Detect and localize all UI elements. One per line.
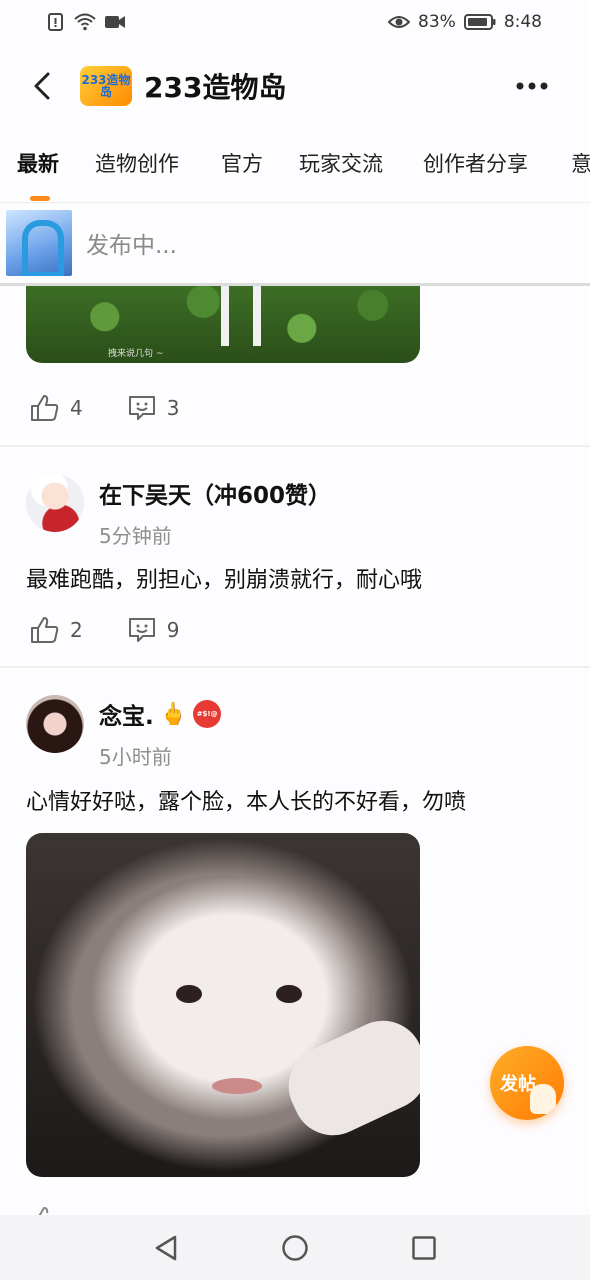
like-count: 4 bbox=[70, 396, 83, 420]
angry-face-text: #$!@ bbox=[196, 710, 218, 718]
post-meta: 念宝. 🖕 #$!@ 5小时前 bbox=[99, 695, 222, 770]
post-stats: 2 9 bbox=[30, 616, 223, 644]
photo-detail bbox=[276, 985, 302, 1003]
wifi-icon bbox=[74, 13, 96, 31]
comment-button[interactable]: 9 bbox=[127, 616, 180, 644]
app-header: 233造物岛 233造物岛 bbox=[0, 44, 590, 128]
thumbs-up-icon bbox=[31, 395, 59, 421]
tab-creation[interactable]: 造物创作 bbox=[95, 148, 179, 178]
like-count: 2 bbox=[70, 618, 83, 642]
post-author[interactable]: 在下吴天（冲600赞） bbox=[99, 476, 331, 510]
post-image-figure bbox=[221, 286, 261, 346]
tab-official[interactable]: 官方 bbox=[221, 148, 263, 178]
nav-recents-button[interactable] bbox=[407, 1231, 441, 1265]
post-photo[interactable] bbox=[26, 833, 420, 1177]
sim-alert-icon bbox=[48, 13, 63, 31]
category-tabs: 最新 造物创作 官方 玩家交流 创作者分享 意 bbox=[0, 128, 590, 203]
tab-creator-share[interactable]: 创作者分享 bbox=[423, 148, 528, 178]
eye-icon bbox=[388, 16, 411, 28]
post-time: 5分钟前 bbox=[99, 524, 172, 548]
status-icons-right: 83% 8:48 bbox=[388, 12, 542, 32]
avatar[interactable] bbox=[26, 474, 84, 532]
tab-more[interactable]: 意 bbox=[571, 148, 590, 178]
post-header: 在下吴天（冲600赞） 5分钟前 bbox=[26, 474, 331, 549]
post-header: 念宝. 🖕 #$!@ 5小时前 bbox=[26, 695, 222, 770]
post-time: 5小时前 bbox=[99, 745, 172, 769]
like-button[interactable]: 4 bbox=[30, 394, 83, 422]
author-name: 在下吴天（冲600赞） bbox=[99, 483, 332, 509]
system-nav-bar bbox=[0, 1215, 590, 1280]
author-name: 念宝. bbox=[99, 704, 154, 730]
square-recents-icon bbox=[412, 1235, 436, 1260]
mascot-icon bbox=[530, 1084, 556, 1114]
battery-percent: 83% bbox=[418, 12, 456, 32]
thumbs-up-icon bbox=[31, 617, 59, 643]
middle-finger-emoji: 🖕 bbox=[159, 701, 188, 727]
comment-icon bbox=[128, 618, 155, 642]
more-options-button[interactable] bbox=[514, 68, 550, 104]
avatar[interactable] bbox=[26, 695, 84, 753]
publishing-text: 发布中... bbox=[86, 233, 177, 259]
post-author[interactable]: 念宝. 🖕 #$!@ bbox=[99, 697, 222, 731]
status-bar: 83% 8:48 bbox=[0, 0, 590, 44]
nav-home-button[interactable] bbox=[278, 1231, 312, 1265]
publishing-thumbnail bbox=[6, 210, 72, 276]
post-image[interactable]: 拽来说几句 ~ bbox=[26, 286, 420, 363]
photo-detail bbox=[212, 1078, 262, 1094]
video-camera-icon bbox=[105, 16, 125, 28]
status-icons-left bbox=[46, 12, 126, 32]
battery-icon bbox=[463, 14, 496, 30]
circle-home-icon bbox=[282, 1234, 308, 1261]
back-arrow-icon bbox=[34, 72, 50, 100]
app-logo: 233造物岛 bbox=[80, 66, 132, 106]
create-post-button[interactable]: 发帖 bbox=[490, 1046, 564, 1120]
photo-detail bbox=[176, 985, 202, 1003]
back-button[interactable] bbox=[22, 66, 62, 106]
photo-detail bbox=[275, 1007, 420, 1149]
post-meta: 在下吴天（冲600赞） 5分钟前 bbox=[99, 474, 331, 549]
tab-player-exchange[interactable]: 玩家交流 bbox=[299, 148, 383, 178]
divider bbox=[0, 666, 590, 668]
page-title: 233造物岛 bbox=[144, 71, 287, 104]
post-stats: 4 3 bbox=[30, 394, 223, 422]
post-text[interactable]: 心情好好哒，露个脸，本人长的不好看，勿喷 bbox=[26, 784, 466, 816]
more-dots-icon bbox=[516, 82, 548, 90]
tab-indicator bbox=[30, 196, 50, 201]
post-image-caption: 拽来说几句 ~ bbox=[108, 349, 164, 359]
nav-back-button[interactable] bbox=[149, 1231, 183, 1265]
publishing-status: 发布中... bbox=[0, 203, 590, 286]
tab-latest[interactable]: 最新 bbox=[17, 148, 59, 178]
comment-icon bbox=[128, 396, 155, 420]
angry-face-emoji: #$!@ bbox=[193, 700, 222, 728]
comment-count: 3 bbox=[166, 396, 180, 420]
comment-count: 9 bbox=[166, 618, 180, 642]
post-text[interactable]: 最难跑酷，别担心，别崩溃就行，耐心哦 bbox=[26, 562, 422, 594]
divider bbox=[0, 445, 590, 447]
triangle-back-icon bbox=[155, 1235, 177, 1260]
clock: 8:48 bbox=[503, 12, 542, 32]
comment-button[interactable]: 3 bbox=[127, 394, 180, 422]
like-button[interactable]: 2 bbox=[30, 616, 83, 644]
app-logo-text: 233造物岛 bbox=[81, 73, 131, 99]
